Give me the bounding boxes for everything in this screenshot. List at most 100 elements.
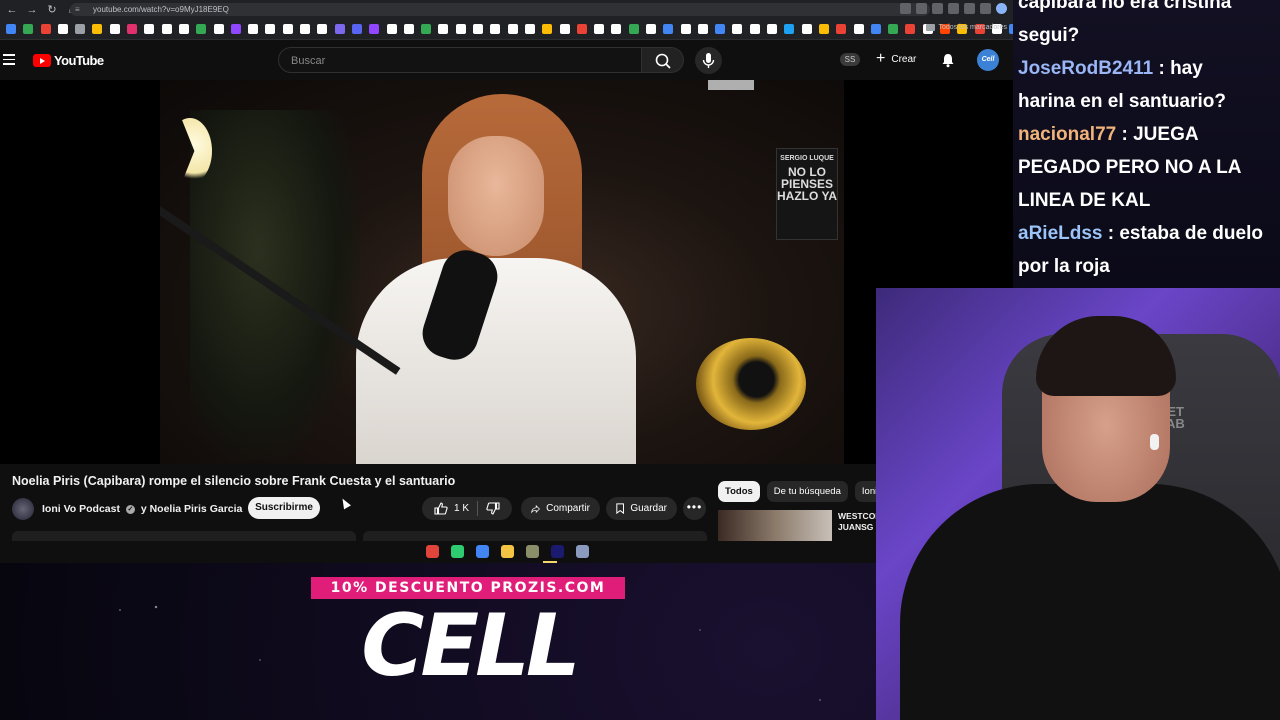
bookmark-favicon-icon[interactable] (40, 24, 51, 34)
extension-icon[interactable] (948, 3, 959, 14)
chip-from-search[interactable]: De tu búsqueda (766, 481, 848, 502)
bookmark-favicon-icon[interactable] (300, 24, 311, 34)
bookmark-favicon-icon[interactable] (888, 24, 899, 34)
bookmark-favicon-icon[interactable] (767, 24, 778, 34)
recommended-video-thumbnail[interactable] (718, 510, 832, 541)
taskbar-app-icon[interactable] (501, 545, 514, 558)
bookmark-favicon-icon[interactable] (611, 24, 622, 34)
menu-icon[interactable] (3, 54, 15, 66)
chip-all[interactable]: Todos (718, 481, 760, 502)
bookmark-favicon-icon[interactable] (351, 24, 362, 34)
bookmark-favicon-icon[interactable] (334, 24, 345, 34)
bookmark-favicon-icon[interactable] (524, 24, 535, 34)
forward-icon[interactable]: → (24, 2, 40, 18)
bookmark-favicon-icon[interactable] (230, 24, 241, 34)
taskbar-app-icon[interactable] (476, 545, 489, 558)
bookmark-favicon-icon[interactable] (473, 24, 484, 34)
bookmark-favicon-icon[interactable] (559, 24, 570, 34)
thumbs-down-icon[interactable] (486, 502, 500, 515)
bookmark-favicon-icon[interactable] (248, 24, 259, 34)
notifications-bell-icon[interactable] (940, 52, 956, 68)
all-bookmarks[interactable]: Todos los marcadores (925, 24, 1007, 31)
search-button[interactable] (642, 47, 684, 73)
bookmark-favicon-icon[interactable] (455, 24, 466, 34)
bookmark-favicon-icon[interactable] (23, 24, 34, 34)
bookmark-favicon-icon[interactable] (265, 24, 276, 34)
channel-joiner[interactable]: y Noelia Piris Garcia (141, 503, 243, 515)
bookmark-favicon-icon[interactable] (403, 24, 414, 34)
bookmark-favicon-icon[interactable] (161, 24, 172, 34)
save-button[interactable]: Guardar (606, 497, 677, 520)
youtube-logo[interactable]: YouTube (33, 53, 104, 68)
taskbar-app-icon[interactable] (526, 545, 539, 558)
speaker-face (448, 136, 544, 256)
bookmark-favicon-icon[interactable] (6, 24, 16, 34)
taskbar-app-icon[interactable] (451, 545, 464, 558)
profile-avatar-icon[interactable] (996, 3, 1007, 14)
thumbs-up-icon[interactable] (434, 502, 448, 515)
more-actions-button[interactable]: ••• (683, 497, 706, 520)
bookmark-favicon-icon[interactable] (749, 24, 760, 34)
bookmark-favicon-icon[interactable] (576, 24, 587, 34)
ss-extension-badge[interactable]: SS (840, 53, 860, 66)
search-input[interactable] (289, 54, 623, 68)
video-player[interactable]: SERGIO LUQUE NO LO PIENSES HAZLO YA (0, 80, 1013, 464)
bookmark-favicon-icon[interactable] (57, 24, 68, 34)
voice-search-button[interactable] (695, 47, 722, 74)
bookmark-favicon-icon[interactable] (196, 24, 207, 34)
bookmark-favicon-icon[interactable] (715, 24, 726, 34)
taskbar-app-icon[interactable] (426, 545, 439, 558)
bookmark-favicon-icon[interactable] (127, 24, 138, 34)
channel-name[interactable]: Ioni Vo Podcast (42, 503, 120, 515)
bookmark-favicon-icon[interactable] (213, 24, 224, 34)
bookmark-favicon-icon[interactable] (680, 24, 691, 34)
bookmark-favicon-icon[interactable] (92, 24, 103, 34)
subscribe-button[interactable]: Suscribirme (248, 497, 320, 519)
bookmark-favicon-icon[interactable] (645, 24, 656, 34)
zoom-icon[interactable] (900, 3, 911, 14)
taskbar-app-icon[interactable] (576, 545, 589, 558)
bookmark-favicon-icon[interactable] (784, 24, 795, 34)
bookmark-favicon-icon[interactable] (282, 24, 293, 34)
side-panel-icon[interactable] (980, 3, 991, 14)
bookmark-favicon-icon[interactable] (369, 24, 380, 34)
create-button[interactable]: + Crear (876, 51, 916, 67)
taskbar-app-icon[interactable] (551, 545, 564, 558)
account-avatar[interactable]: Cell (977, 49, 999, 71)
site-info-icon[interactable]: ≡ (75, 5, 85, 15)
cast-icon[interactable] (916, 3, 927, 14)
bookmark-favicon-icon[interactable] (870, 24, 881, 34)
streamer-webcam: RET LAB (876, 288, 1280, 720)
bookmark-favicon-icon[interactable] (542, 24, 553, 34)
comments-box[interactable] (363, 531, 707, 541)
share-button[interactable]: Compartir (521, 497, 600, 520)
bookmark-favicon-icon[interactable] (75, 24, 86, 34)
channel-avatar[interactable] (12, 498, 34, 520)
extensions-puzzle-icon[interactable] (964, 3, 975, 14)
bookmark-favicon-icon[interactable] (663, 24, 674, 34)
description-box[interactable] (12, 531, 356, 541)
bookmark-favicon-icon[interactable] (109, 24, 120, 34)
bookmark-favicon-icon[interactable] (438, 24, 449, 34)
bookmark-favicon-icon[interactable] (144, 24, 155, 34)
reload-icon[interactable]: ↻ (44, 2, 60, 18)
recommended-video-title[interactable]: WESTCOL JUANSG (838, 511, 881, 533)
bookmark-favicon-icon[interactable] (490, 24, 501, 34)
bookmark-favicon-icon[interactable] (628, 24, 639, 34)
bookmark-favicon-icon[interactable] (594, 24, 605, 34)
bookmark-favicon-icon[interactable] (905, 24, 916, 34)
bookmark-favicon-icon[interactable] (507, 24, 518, 34)
bookmark-favicon-icon[interactable] (386, 24, 397, 34)
url-bar[interactable]: ≡ youtube.com/watch?v=o9MyJ18E9EQ (70, 3, 930, 16)
bookmark-favicon-icon[interactable] (801, 24, 812, 34)
bookmark-favicon-icon[interactable] (836, 24, 847, 34)
bookmark-favicon-icon[interactable] (421, 24, 432, 34)
bookmark-favicon-icon[interactable] (178, 24, 189, 34)
bookmark-favicon-icon[interactable] (818, 24, 829, 34)
bookmark-favicon-icon[interactable] (732, 24, 743, 34)
star-icon[interactable] (932, 3, 943, 14)
bookmark-favicon-icon[interactable] (317, 24, 328, 34)
bookmark-favicon-icon[interactable] (853, 24, 864, 34)
back-icon[interactable]: ← (4, 2, 20, 18)
bookmark-favicon-icon[interactable] (697, 24, 708, 34)
